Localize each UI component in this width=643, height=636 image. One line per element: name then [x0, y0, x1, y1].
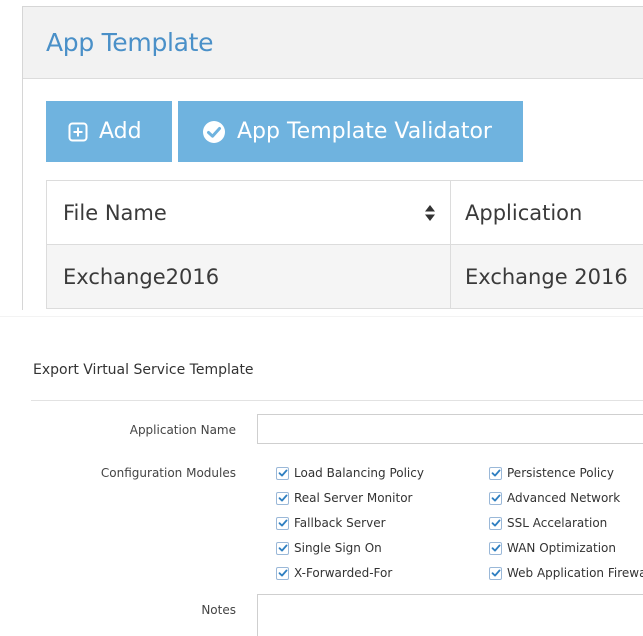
module-checkbox[interactable]: WAN Optimization — [489, 541, 616, 555]
form-divider — [31, 400, 643, 401]
sort-icon[interactable] — [424, 203, 436, 227]
module-checkbox-label: Web Application Firewall — [507, 566, 643, 580]
checkbox-check-icon[interactable] — [276, 491, 289, 505]
app-template-panel: App Template Add App Template Validator … — [22, 6, 643, 310]
module-checkbox[interactable]: Real Server Monitor — [276, 491, 412, 505]
module-checkbox-label: X-Forwarded-For — [294, 566, 393, 580]
column-header-label: File Name — [63, 200, 167, 225]
column-header-label: Application — [465, 200, 583, 225]
checkbox-check-icon[interactable] — [489, 541, 502, 555]
module-checkbox-label: Fallback Server — [294, 516, 386, 530]
table-row[interactable]: Exchange2016 Exchange 2016 — [46, 245, 643, 309]
checkbox-check-icon[interactable] — [276, 516, 289, 530]
notes-textarea[interactable] — [257, 594, 643, 636]
module-checkbox[interactable]: Single Sign On — [276, 541, 382, 555]
application-name-label: Application Name — [129, 423, 236, 437]
module-checkbox-label: Single Sign On — [294, 541, 382, 555]
module-checkbox-label: Load Balancing Policy — [294, 466, 424, 480]
table-header-row: File Name Application — [46, 181, 643, 245]
module-checkbox[interactable]: SSL Accelaration — [489, 516, 607, 530]
configuration-modules-label: Configuration Modules — [100, 466, 236, 480]
module-checkbox-label: Advanced Network — [507, 491, 621, 505]
module-checkbox-label: Real Server Monitor — [294, 491, 413, 505]
application-name-input[interactable] — [257, 414, 643, 444]
add-button-label: Add — [99, 119, 142, 144]
checkbox-check-icon[interactable] — [489, 566, 502, 580]
table-cell-application: Exchange 2016 — [450, 245, 643, 308]
module-checkbox-label: SSL Accelaration — [507, 516, 608, 530]
plus-square-icon — [68, 122, 88, 142]
module-checkbox[interactable]: Fallback Server — [276, 516, 386, 530]
app-template-validator-button[interactable]: App Template Validator — [178, 101, 523, 162]
module-checkbox[interactable]: Advanced Network — [489, 491, 620, 505]
module-checkbox[interactable]: Load Balancing Policy — [276, 466, 424, 480]
module-checkbox[interactable]: Web Application Firewall — [489, 566, 643, 580]
checkbox-check-icon[interactable] — [276, 566, 289, 580]
checkbox-check-icon[interactable] — [489, 516, 502, 530]
checkbox-check-icon[interactable] — [276, 466, 289, 480]
checkbox-check-icon[interactable] — [489, 466, 502, 480]
column-header-file-name[interactable]: File Name — [46, 181, 450, 244]
notes-label: Notes — [201, 603, 236, 617]
page-title: App Template — [46, 28, 214, 57]
add-button[interactable]: Add — [46, 101, 172, 162]
module-checkbox-label: WAN Optimization — [507, 541, 616, 555]
check-circle-icon — [202, 120, 226, 144]
module-checkbox-label: Persistence Policy — [507, 466, 614, 480]
module-checkbox[interactable]: Persistence Policy — [489, 466, 614, 480]
checkbox-check-icon[interactable] — [276, 541, 289, 555]
checkbox-check-icon[interactable] — [489, 491, 502, 505]
section-divider — [0, 316, 643, 317]
module-checkbox[interactable]: X-Forwarded-For — [276, 566, 392, 580]
validator-button-label: App Template Validator — [237, 119, 492, 144]
table-cell-file-name: Exchange2016 — [46, 245, 450, 308]
app-template-table: File Name Application Exchange2016 Excha… — [46, 180, 643, 309]
export-form-title: Export Virtual Service Template — [33, 362, 254, 378]
column-header-application[interactable]: Application — [450, 181, 643, 244]
